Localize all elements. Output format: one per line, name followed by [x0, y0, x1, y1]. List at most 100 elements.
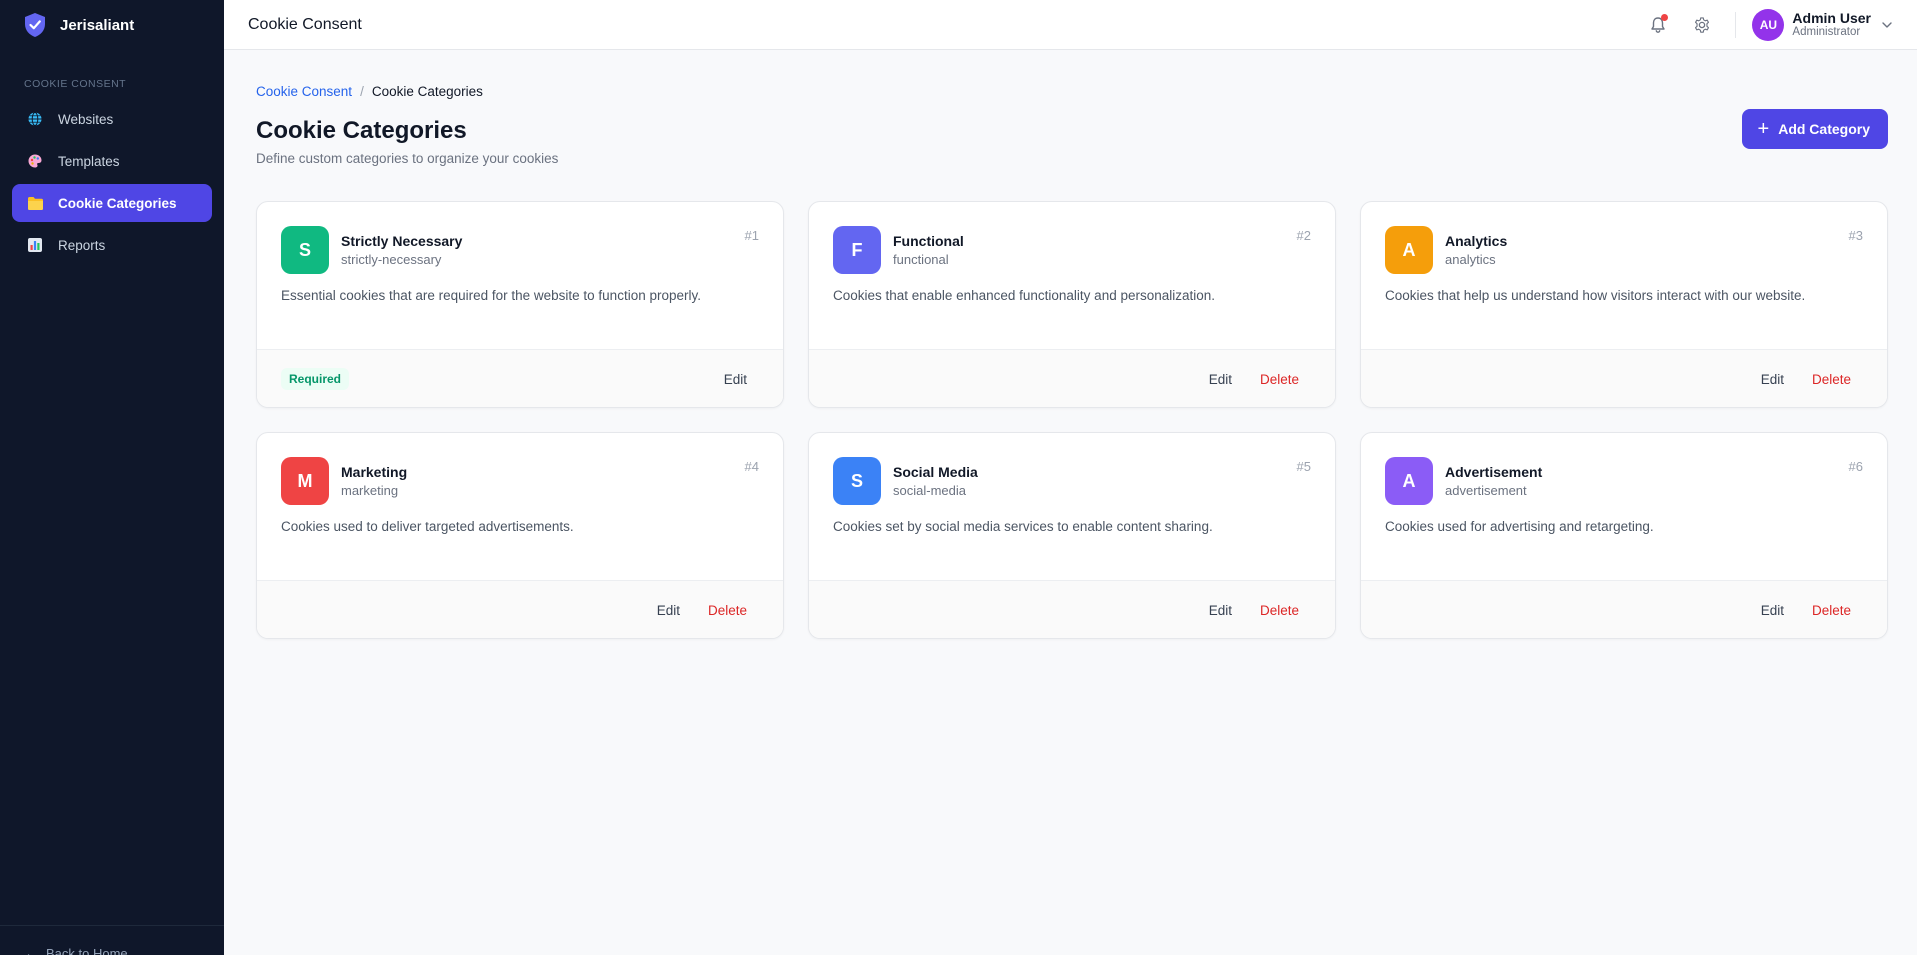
category-card-body: M Marketing marketing #4 Cookies used to… — [257, 433, 783, 581]
category-card-body: F Functional functional #2 Cookies that … — [809, 202, 1335, 350]
category-description: Cookies used to deliver targeted adverti… — [281, 519, 574, 534]
back-to-home-link[interactable]: ← Back to Home — [24, 945, 128, 955]
user-role: Administrator — [1792, 25, 1861, 38]
topbar-actions: AU Admin User Administrator — [1629, 8, 1893, 41]
category-description: Cookies used for advertising and retarge… — [1385, 519, 1654, 534]
delete-button[interactable]: Delete — [1812, 372, 1851, 387]
category-name: Functional — [893, 232, 964, 249]
topbar-divider — [1735, 11, 1737, 38]
gear-icon — [1695, 16, 1710, 33]
avatar: AU — [1752, 8, 1785, 41]
category-description: Cookies that enable enhanced functionali… — [833, 288, 1216, 303]
category-description: Cookies set by social media services to … — [833, 519, 1213, 534]
category-number: #6 — [1848, 459, 1863, 474]
sidebar-item-label: Cookie Categories — [58, 195, 177, 211]
category-slug: analytics — [1445, 251, 1496, 267]
notifications-button[interactable] — [1643, 10, 1673, 40]
notification-dot — [1661, 13, 1669, 21]
chevron-down-icon — [1882, 21, 1892, 28]
category-description: Essential cookies that are required for … — [281, 288, 701, 303]
category-card: A Analytics analytics #3 Cookies that he… — [1360, 201, 1888, 408]
category-name: Analytics — [1445, 232, 1508, 249]
main-content: Cookie Consent / Cookie Categories Cooki… — [256, 50, 1888, 639]
arrow-left-icon: ← — [24, 945, 38, 955]
sidebar-item-label: Templates — [58, 153, 120, 169]
delete-button[interactable]: Delete — [1260, 603, 1299, 618]
user-name: Admin User — [1792, 9, 1871, 26]
category-slug: strictly-necessary — [341, 251, 442, 267]
category-avatar: M — [281, 457, 329, 505]
breadcrumb-current: Cookie Categories — [371, 84, 483, 99]
sidebar-nav: Websites Templates Cookie Categories Rep… — [0, 100, 224, 264]
page-title: Cookie Categories — [256, 117, 467, 144]
category-number: #3 — [1848, 228, 1863, 243]
category-card: A Advertisement advertisement #6 Cookies… — [1360, 432, 1888, 639]
category-card-footer: Edit Delete — [809, 350, 1335, 407]
category-avatar: F — [833, 226, 881, 274]
category-card-footer: Required Edit — [257, 350, 783, 407]
plus-icon: + — [1757, 118, 1770, 140]
edit-button[interactable]: Edit — [657, 603, 680, 618]
category-avatar: A — [1385, 457, 1433, 505]
category-avatar: S — [833, 457, 881, 505]
category-slug: functional — [893, 251, 949, 267]
category-card-body: S Social Media social-media #5 Cookies s… — [809, 433, 1335, 581]
brand-name: Jerisaliant — [60, 16, 135, 34]
sidebar-item-reports[interactable]: Reports — [12, 226, 212, 264]
settings-button[interactable] — [1687, 10, 1717, 40]
category-avatar: A — [1385, 226, 1433, 274]
topbar-title: Cookie Consent — [248, 15, 362, 33]
delete-button[interactable]: Delete — [1260, 372, 1299, 387]
category-card-body: A Advertisement advertisement #6 Cookies… — [1361, 433, 1887, 581]
sidebar-footer: ← Back to Home — [0, 925, 224, 955]
shield-check-icon — [25, 13, 45, 37]
user-info: Admin User Administrator — [1792, 10, 1871, 39]
sidebar: Jerisaliant COOKIE CONSENT Websites Temp… — [0, 0, 224, 955]
category-slug: marketing — [341, 482, 399, 498]
edit-button[interactable]: Edit — [1761, 372, 1784, 387]
page-subtitle: Define custom categories to organize you… — [256, 151, 559, 166]
delete-button[interactable]: Delete — [708, 603, 747, 618]
category-number: #4 — [744, 459, 759, 474]
edit-button[interactable]: Edit — [1209, 372, 1232, 387]
category-card-footer: Edit Delete — [809, 581, 1335, 638]
topbar: Cookie Consent AU Admin User Administrat… — [224, 0, 1917, 50]
add-category-button[interactable]: + Add Category — [1741, 109, 1888, 149]
category-card-footer: Edit Delete — [1361, 581, 1887, 638]
category-avatar: S — [281, 226, 329, 274]
category-card-body: S Strictly Necessary strictly-necessary … — [257, 202, 783, 350]
category-number: #2 — [1296, 228, 1311, 243]
category-card-footer: Edit Delete — [257, 581, 783, 638]
category-card: M Marketing marketing #4 Cookies used to… — [256, 432, 784, 639]
breadcrumb-link-cookie-consent[interactable]: Cookie Consent — [256, 84, 352, 99]
sidebar-item-label: Reports — [58, 237, 106, 253]
sidebar-item-cookie-categories[interactable]: Cookie Categories — [12, 184, 212, 222]
category-description: Cookies that help us understand how visi… — [1385, 288, 1806, 303]
back-to-home-label: Back to Home — [46, 945, 128, 955]
globe-icon — [26, 110, 44, 128]
page-header: Cookie Categories Define custom categori… — [256, 109, 1888, 167]
breadcrumb: Cookie Consent / Cookie Categories — [256, 84, 1888, 99]
sidebar-item-websites[interactable]: Websites — [12, 100, 212, 138]
category-number: #1 — [744, 228, 759, 243]
sidebar-section-label: COOKIE CONSENT — [24, 78, 127, 90]
edit-button[interactable]: Edit — [1209, 603, 1232, 618]
category-card-footer: Edit Delete — [1361, 350, 1887, 407]
category-number: #5 — [1296, 459, 1311, 474]
category-card: F Functional functional #2 Cookies that … — [808, 201, 1336, 408]
folder-icon — [26, 194, 44, 212]
category-name: Advertisement — [1445, 463, 1543, 480]
palette-icon — [26, 152, 44, 170]
category-slug: social-media — [893, 482, 966, 498]
category-name: Social Media — [893, 463, 978, 480]
edit-button[interactable]: Edit — [724, 372, 747, 387]
bar-chart-icon — [26, 236, 44, 254]
sidebar-item-templates[interactable]: Templates — [12, 142, 212, 180]
edit-button[interactable]: Edit — [1761, 603, 1784, 618]
breadcrumb-separator: / — [360, 84, 364, 99]
brand[interactable]: Jerisaliant — [0, 0, 224, 50]
delete-button[interactable]: Delete — [1812, 603, 1851, 618]
user-menu[interactable]: AU Admin User Administrator — [1752, 8, 1893, 41]
category-card: S Social Media social-media #5 Cookies s… — [808, 432, 1336, 639]
category-name: Marketing — [341, 463, 408, 480]
